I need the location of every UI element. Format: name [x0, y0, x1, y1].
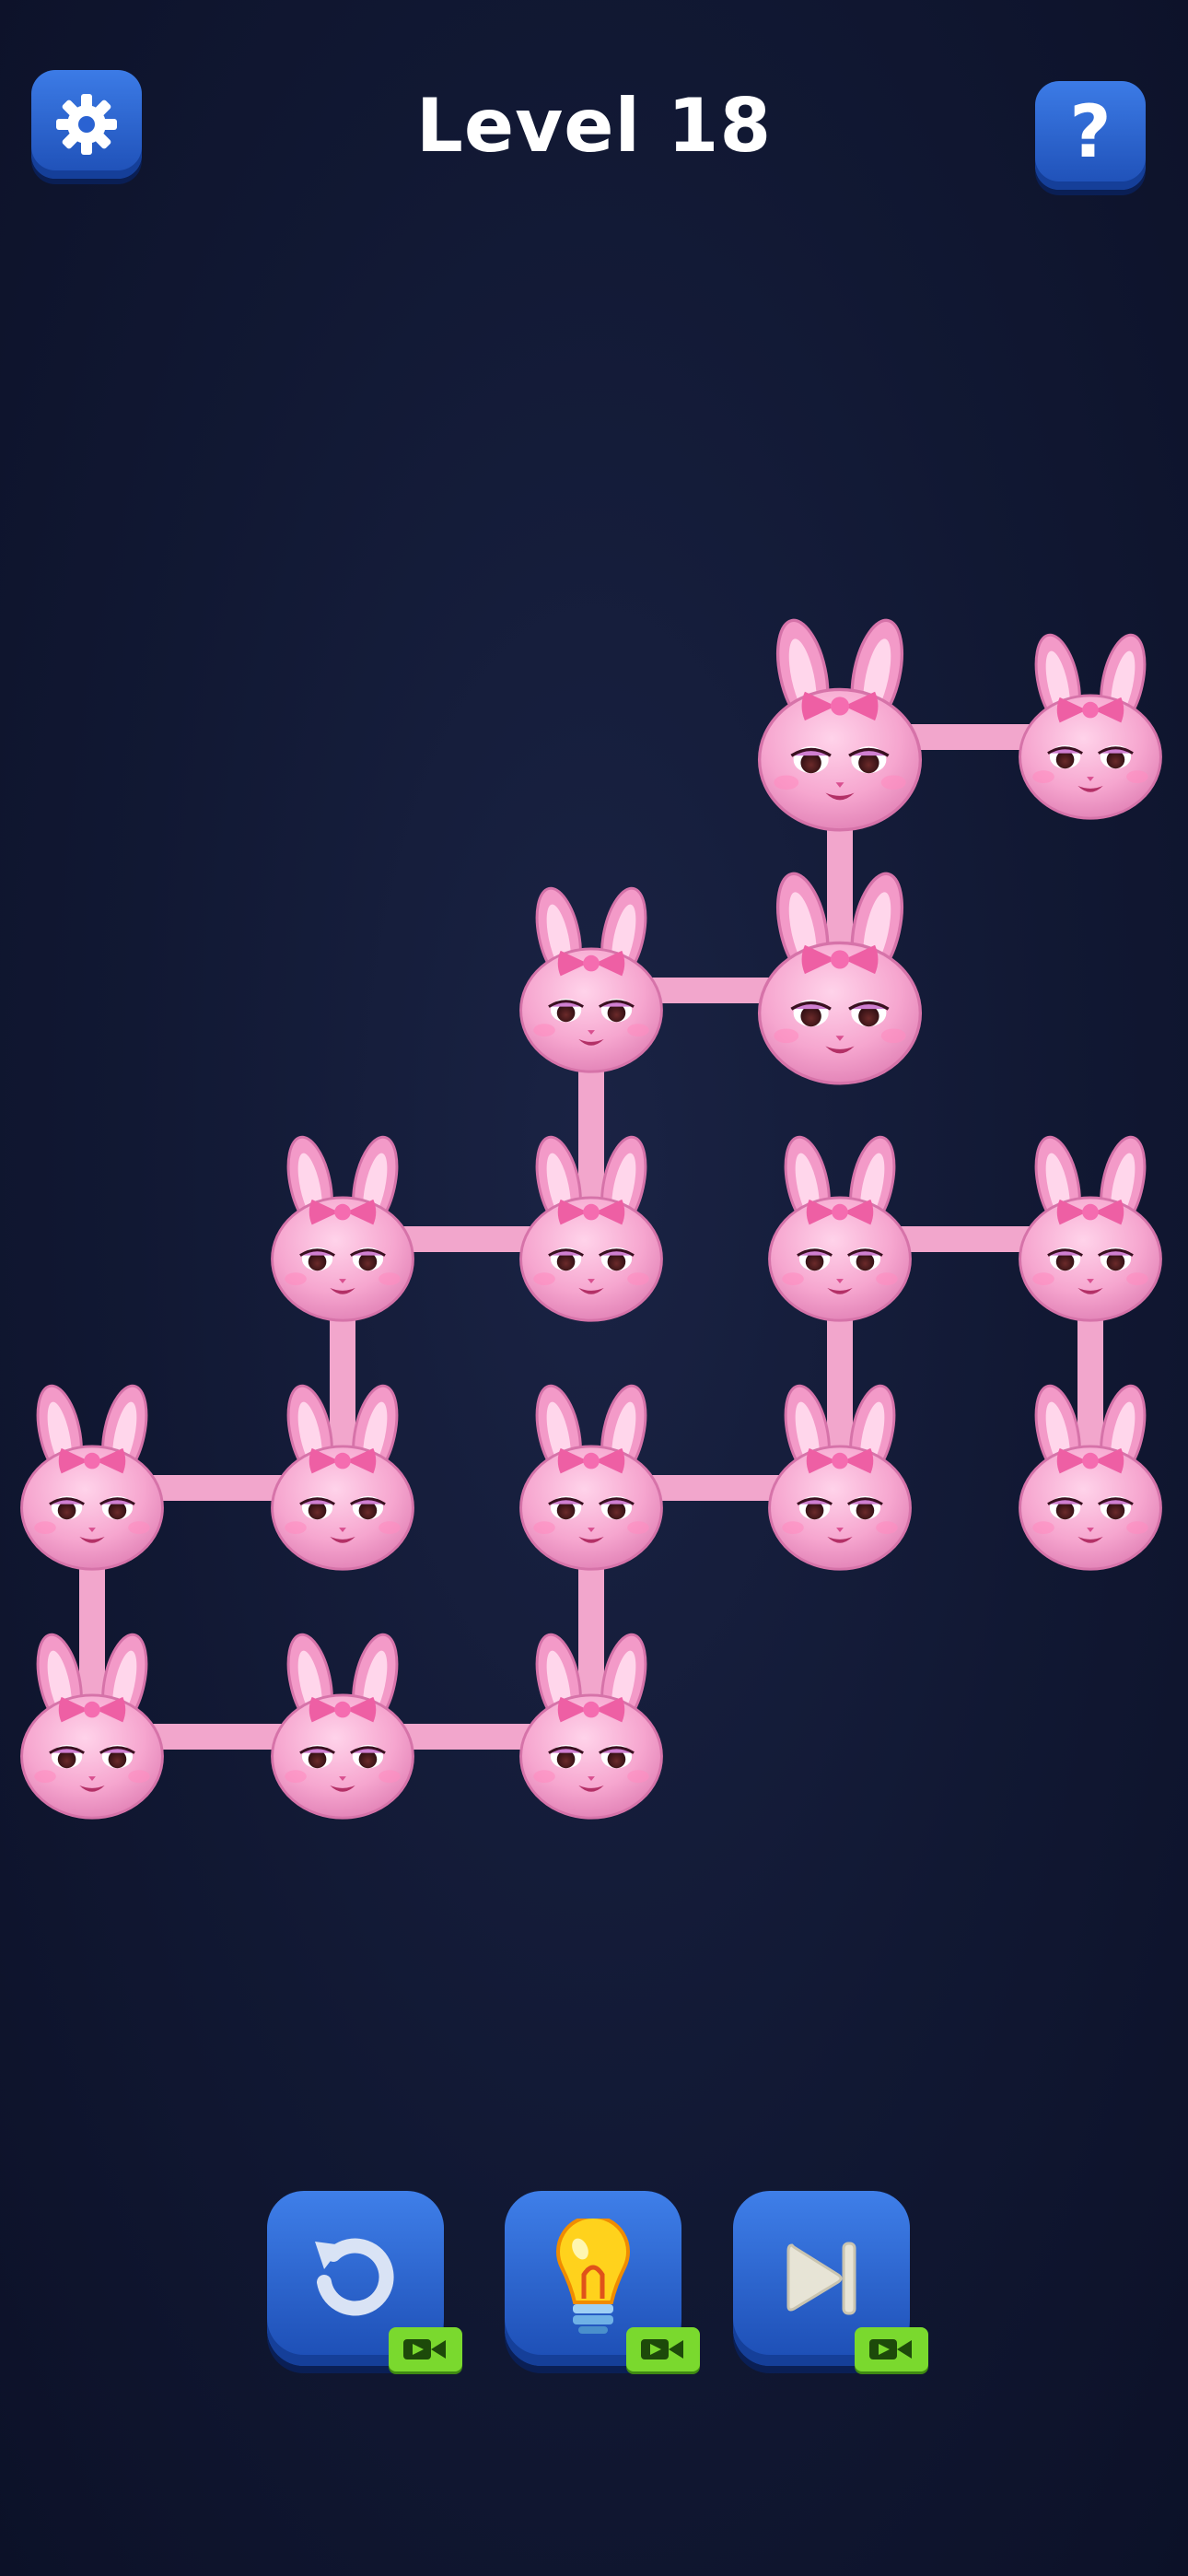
- video-camera-icon: [403, 2339, 446, 2359]
- video-camera-icon: [641, 2339, 683, 2359]
- undo-button[interactable]: [267, 2191, 462, 2371]
- video-ad-badge: [855, 2327, 928, 2371]
- bunny-tile[interactable]: [1019, 629, 1162, 820]
- undo-arrow-icon: [315, 2238, 394, 2316]
- bunny-tile[interactable]: [519, 883, 663, 1073]
- video-ad-badge: [626, 2327, 700, 2371]
- bunny-tile[interactable]: [20, 1380, 164, 1571]
- skip-level-button[interactable]: [733, 2191, 928, 2371]
- bunny-tile[interactable]: [271, 1629, 414, 1820]
- bunny-tile[interactable]: [519, 1380, 663, 1571]
- bunny-tile[interactable]: [271, 1131, 414, 1322]
- skip-forward-icon: [786, 2242, 856, 2315]
- bunny-tile[interactable]: [1019, 1131, 1162, 1322]
- puzzle-board: [20, 614, 1162, 1820]
- bunny-tile[interactable]: [768, 1131, 912, 1322]
- lightbulb-icon: [556, 2219, 630, 2334]
- bunny-tile[interactable]: [757, 614, 923, 832]
- video-ad-badge: [389, 2327, 462, 2371]
- video-camera-icon: [869, 2339, 912, 2359]
- hint-button[interactable]: [505, 2191, 700, 2371]
